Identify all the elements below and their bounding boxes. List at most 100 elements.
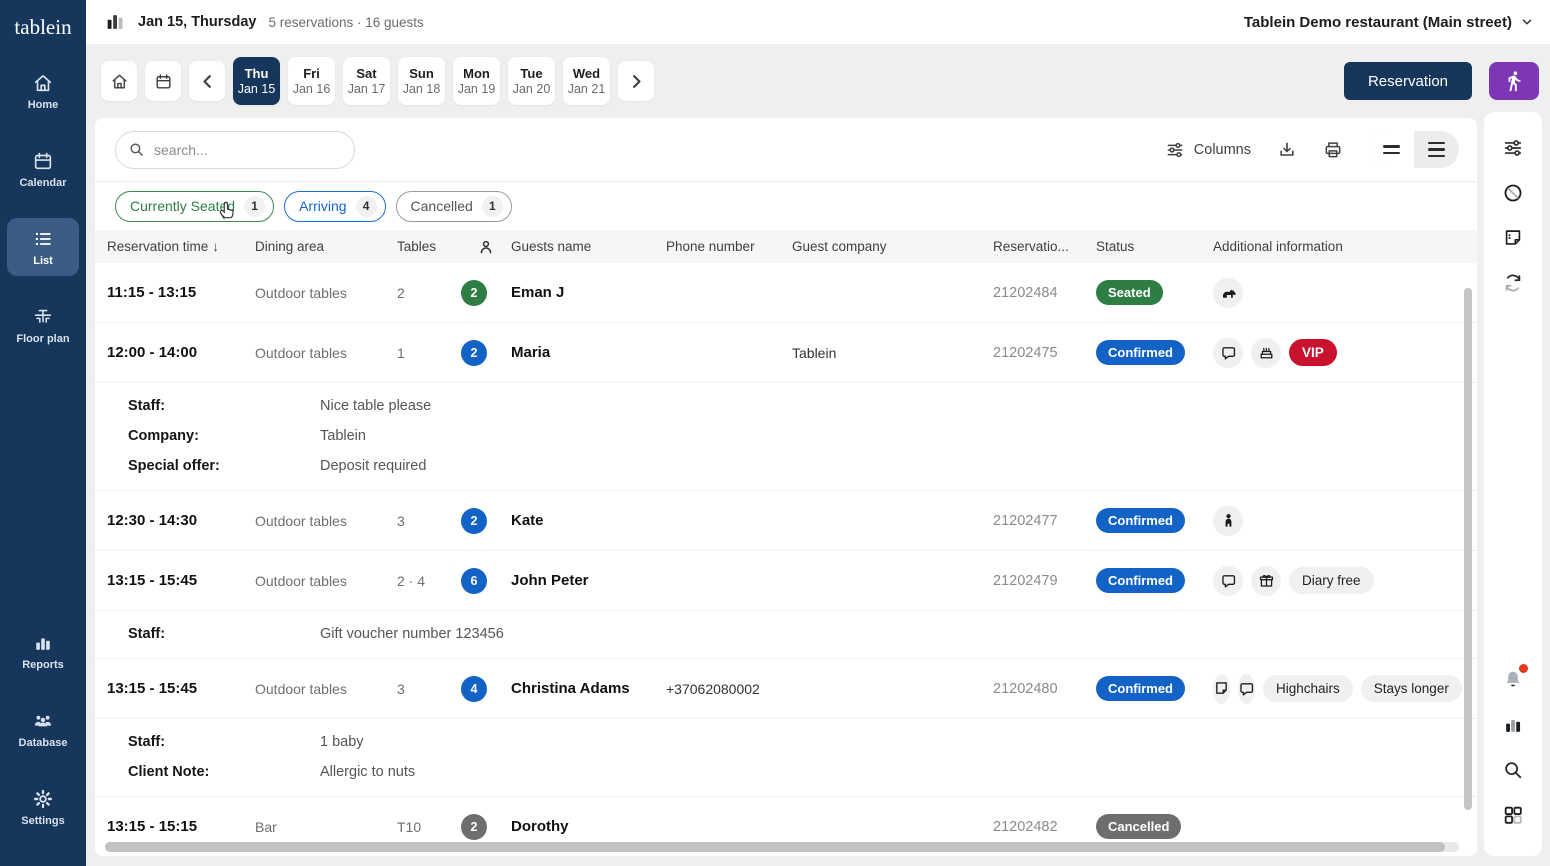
rail-bell-icon[interactable] bbox=[1495, 662, 1531, 698]
cell-guest-count: 2 bbox=[461, 340, 511, 366]
rail-search-icon[interactable] bbox=[1495, 752, 1531, 788]
walk-icon bbox=[1503, 70, 1525, 92]
date-tab-tue[interactable]: TueJan 20 bbox=[508, 57, 555, 105]
cell-guest-name: John Peter bbox=[511, 572, 666, 589]
sidebar-item-home[interactable]: Home bbox=[7, 62, 79, 120]
restaurant-selector[interactable]: Tablein Demo restaurant (Main street) bbox=[1244, 14, 1534, 31]
database-icon bbox=[32, 710, 54, 732]
col-header-guest-company[interactable]: Guest company bbox=[792, 239, 993, 254]
col-header-guests[interactable] bbox=[461, 239, 511, 255]
columns-button[interactable]: Columns bbox=[1165, 140, 1251, 160]
cell-tables: 2 · 4 bbox=[397, 573, 461, 589]
rail-sync-icon[interactable] bbox=[1495, 265, 1531, 301]
rail-chart-icon[interactable] bbox=[1495, 707, 1531, 743]
row-details-christina-adams: Staff:1 babyClient Note:Allergic to nuts bbox=[95, 719, 1477, 797]
date-tab-thu[interactable]: ThuJan 15 bbox=[233, 57, 280, 105]
col-header-reservation-number[interactable]: Reservatio... bbox=[993, 239, 1096, 254]
col-header-additional-information[interactable]: Additional information bbox=[1213, 239, 1477, 254]
cell-guest-name: Kate bbox=[511, 512, 666, 529]
columns-label: Columns bbox=[1194, 142, 1251, 158]
table-row-john-peter[interactable]: 13:15 - 15:45Outdoor tables2 · 46John Pe… bbox=[95, 551, 1477, 611]
sidebar-nav-top: Home Calendar List Floor plan bbox=[7, 62, 79, 374]
search-input[interactable] bbox=[115, 131, 355, 169]
print-button[interactable] bbox=[1323, 140, 1343, 160]
chip-label: Arriving bbox=[299, 198, 346, 214]
table-row-maria[interactable]: 12:00 - 14:00Outdoor tables12MariaTablei… bbox=[95, 323, 1477, 383]
chip-count-badge: 4 bbox=[356, 196, 377, 217]
sidebar-item-label: List bbox=[33, 255, 53, 267]
table-row-christina-adams[interactable]: 13:15 - 15:45Outdoor tables34Christina A… bbox=[95, 659, 1477, 719]
detail-line: Company:Tablein bbox=[128, 421, 1477, 451]
prev-dates-button[interactable] bbox=[189, 61, 225, 101]
guest-count-badge: 2 bbox=[461, 814, 487, 840]
col-header-phone-number[interactable]: Phone number bbox=[666, 239, 792, 254]
cell-additional-information: HighchairsStays longer bbox=[1213, 674, 1477, 704]
chip-count-badge: 1 bbox=[244, 196, 265, 217]
stats-icon[interactable] bbox=[104, 11, 126, 33]
date-tab-sat[interactable]: SatJan 17 bbox=[343, 57, 390, 105]
download-icon bbox=[1277, 140, 1297, 160]
cell-guest-name: Maria bbox=[511, 344, 666, 361]
detail-label: Special offer: bbox=[128, 451, 320, 481]
horizontal-scrollbar-track[interactable] bbox=[105, 842, 1459, 852]
col-header-tables[interactable]: Tables bbox=[397, 239, 461, 254]
sidebar-item-calendar[interactable]: Calendar bbox=[7, 140, 79, 198]
col-header-dining-area[interactable]: Dining area bbox=[255, 239, 397, 254]
compact-view-button[interactable] bbox=[1369, 131, 1414, 168]
sidebar-item-floor-plan[interactable]: Floor plan bbox=[7, 296, 79, 354]
table-row-eman-j[interactable]: 11:15 - 13:15Outdoor tables22Eman J21202… bbox=[95, 263, 1477, 323]
rail-block-icon[interactable] bbox=[1495, 175, 1531, 211]
new-reservation-button[interactable]: Reservation bbox=[1344, 62, 1472, 100]
rail-note-icon[interactable] bbox=[1495, 220, 1531, 256]
list-icon bbox=[32, 228, 54, 250]
extra-chat-icon bbox=[1238, 674, 1255, 704]
detail-line: Staff:1 baby bbox=[128, 727, 1477, 757]
filter-chip-arriving[interactable]: Arriving 4 bbox=[284, 191, 385, 222]
cell-additional-information bbox=[1213, 278, 1477, 308]
cell-additional-information: VIP bbox=[1213, 338, 1477, 368]
sort-desc-icon: ↓ bbox=[212, 239, 219, 254]
filter-chip-cancelled[interactable]: Cancelled1 bbox=[396, 191, 512, 222]
sidebar-item-settings[interactable]: Settings bbox=[7, 778, 79, 836]
sidebar-item-list[interactable]: List bbox=[7, 218, 79, 276]
extra-baby-icon bbox=[1213, 506, 1243, 536]
detailed-view-button[interactable] bbox=[1414, 131, 1459, 168]
rail-sliders-icon[interactable] bbox=[1495, 130, 1531, 166]
app-logo: tablein bbox=[14, 15, 71, 40]
download-button[interactable] bbox=[1277, 140, 1297, 160]
col-header-guests-name[interactable]: Guests name bbox=[511, 239, 666, 254]
cell-status: Cancelled bbox=[1096, 814, 1213, 839]
date-tab-mon[interactable]: MonJan 19 bbox=[453, 57, 500, 105]
filter-chip-currently-seated[interactable]: Currently Seated1 bbox=[115, 191, 274, 222]
cell-reservation-number: 21202482 bbox=[993, 819, 1096, 835]
notification-dot bbox=[1519, 664, 1528, 673]
horizontal-scrollbar-thumb[interactable] bbox=[105, 842, 1445, 852]
chat-icon bbox=[1220, 344, 1237, 361]
chat-icon bbox=[1238, 680, 1255, 697]
vertical-scrollbar[interactable] bbox=[1464, 288, 1472, 810]
home-icon bbox=[110, 72, 129, 91]
list-actions: Columns bbox=[1165, 131, 1459, 168]
calendar-picker-button[interactable] bbox=[145, 61, 181, 101]
cell-reservation-time: 12:30 - 14:30 bbox=[107, 512, 255, 529]
table-row-kate[interactable]: 12:30 - 14:30Outdoor tables32Kate2120247… bbox=[95, 491, 1477, 551]
sidebar-item-reports[interactable]: Reports bbox=[7, 622, 79, 680]
print-icon bbox=[1323, 140, 1343, 160]
col-header-status[interactable]: Status bbox=[1096, 239, 1213, 254]
date-tab-wed[interactable]: WedJan 21 bbox=[563, 57, 610, 105]
sidebar-item-database[interactable]: Database bbox=[7, 700, 79, 758]
guest-count-badge: 4 bbox=[461, 676, 487, 702]
next-dates-button[interactable] bbox=[618, 61, 654, 101]
sticky-note-icon bbox=[1213, 680, 1230, 697]
col-header-reservation-time[interactable]: Reservation time↓ bbox=[107, 239, 255, 254]
cell-guest-count: 2 bbox=[461, 814, 511, 840]
search-box bbox=[115, 131, 355, 169]
tab-date-label: Jan 20 bbox=[513, 82, 551, 96]
date-tab-sun[interactable]: SunJan 18 bbox=[398, 57, 445, 105]
date-tab-fri[interactable]: FriJan 16 bbox=[288, 57, 335, 105]
walkin-button[interactable] bbox=[1489, 62, 1539, 100]
restaurant-name: Tablein Demo restaurant (Main street) bbox=[1244, 14, 1512, 31]
right-rail-panel bbox=[1484, 112, 1542, 856]
home-shortcut-button[interactable] bbox=[101, 61, 137, 101]
rail-grid-icon[interactable] bbox=[1495, 797, 1531, 833]
